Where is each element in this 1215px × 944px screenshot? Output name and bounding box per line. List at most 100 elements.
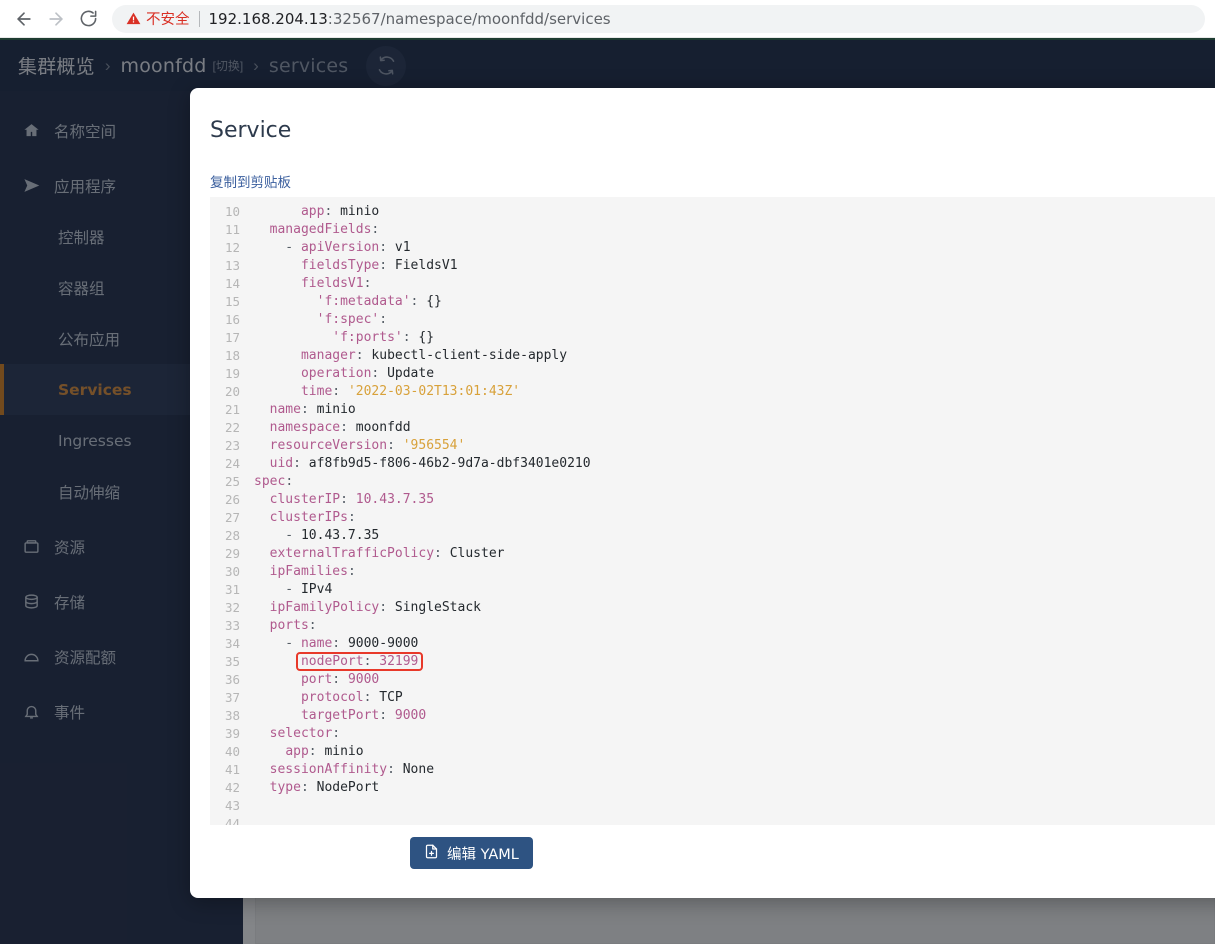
yaml-line: 18 manager: kubectl-client-side-apply: [210, 347, 1215, 365]
yaml-line: 27 clusterIPs:: [210, 509, 1215, 527]
yaml-line-content: ports:: [269, 618, 317, 633]
yaml-line-content: clusterIP: 10.43.7.35: [269, 492, 435, 507]
reload-icon[interactable]: [72, 3, 104, 35]
yaml-line-number: 13: [224, 258, 240, 273]
address-bar[interactable]: 不安全 192.168.204.13:32567/namespace/moonf…: [112, 4, 1205, 33]
yaml-line: 40 app: minio: [210, 743, 1215, 761]
service-detail-modal: Service 复制到剪贴板 10 app: minio 11 managedFi…: [190, 88, 1215, 898]
yaml-line-number: 17: [224, 330, 240, 345]
yaml-line-number: 24: [224, 456, 240, 471]
yaml-line-number: 38: [224, 708, 240, 723]
url-text: 192.168.204.13:32567/namespace/moonfdd/s…: [208, 9, 611, 28]
yaml-line-number: 35: [224, 654, 240, 669]
yaml-line-number: 33: [224, 618, 240, 633]
yaml-viewer[interactable]: 10 app: minio 11 managedFields: 12 - apiVe…: [210, 197, 1215, 825]
yaml-line-number: 20: [224, 384, 240, 399]
yaml-line-number: 19: [224, 366, 240, 381]
yaml-line-number: 14: [224, 276, 240, 291]
yaml-line-number: 26: [224, 492, 240, 507]
yaml-line-content: targetPort: 9000: [300, 708, 427, 723]
yaml-line: 37 protocol: TCP: [210, 689, 1215, 707]
yaml-line-number: 23: [224, 438, 240, 453]
page-root: 不安全 192.168.204.13:32567/namespace/moonf…: [0, 0, 1215, 944]
yaml-line-number: 41: [224, 762, 240, 777]
highlighted-nodeport: nodePort: 32199: [295, 652, 424, 671]
yaml-line: 29 externalTrafficPolicy: Cluster: [210, 545, 1215, 563]
yaml-line-number: 42: [224, 780, 240, 795]
yaml-line-content: ipFamilyPolicy: SingleStack: [269, 600, 481, 615]
yaml-line-number: 30: [224, 564, 240, 579]
yaml-line-number: 12: [224, 240, 240, 255]
yaml-line-content: - 10.43.7.35: [254, 528, 380, 543]
yaml-line: 39 selector:: [210, 725, 1215, 743]
yaml-line-content: fieldsV1:: [300, 276, 372, 291]
yaml-line-content: resourceVersion: '956554': [269, 438, 466, 453]
yaml-line: 17 'f:ports': {}: [210, 329, 1215, 347]
yaml-line-content: time: '2022-03-02T13:01:43Z': [300, 384, 521, 399]
yaml-line-number: 39: [224, 726, 240, 741]
yaml-line-content: namespace: moonfdd: [269, 420, 411, 435]
yaml-line: 28 - 10.43.7.35: [210, 527, 1215, 545]
yaml-line-content: type: NodePort: [269, 780, 380, 795]
yaml-line-content: spec:: [254, 474, 294, 489]
yaml-line-number: 27: [224, 510, 240, 525]
yaml-line: 25 spec:: [210, 473, 1215, 491]
yaml-line: 14 fieldsV1:: [210, 275, 1215, 293]
yaml-line: 31 - IPv4: [210, 581, 1215, 599]
yaml-line-content: - IPv4: [254, 582, 333, 597]
yaml-line: 16 'f:spec':: [210, 311, 1215, 329]
yaml-line-number: 15: [224, 294, 240, 309]
yaml-line: 22 namespace: moonfdd: [210, 419, 1215, 437]
yaml-line-content: 'f:metadata': {}: [316, 294, 442, 309]
yaml-line: 35 nodePort: 32199: [210, 652, 1215, 671]
yaml-line-content: clusterIPs:: [269, 510, 356, 525]
yaml-line-number: 25: [224, 474, 240, 489]
yaml-line-number: 36: [224, 672, 240, 687]
yaml-line-content: selector:: [269, 726, 341, 741]
yaml-line-number: 34: [224, 636, 240, 651]
back-icon[interactable]: [8, 3, 40, 35]
yaml-line-number: 16: [224, 312, 240, 327]
yaml-line: 33 ports:: [210, 617, 1215, 635]
yaml-line-content: 'f:spec':: [316, 312, 388, 327]
omnibox-divider: [198, 10, 200, 27]
yaml-line-content: ipFamilies:: [269, 564, 356, 579]
yaml-line-number: 11: [224, 222, 240, 237]
yaml-line-content: name: minio: [269, 402, 356, 417]
edit-yaml-button[interactable]: 编辑 YAML: [410, 837, 533, 869]
yaml-line-content: nodePort: 32199: [254, 652, 424, 671]
yaml-line: 24 uid: af8fb9d5-f806-46b2-9d7a-dbf3401e…: [210, 455, 1215, 473]
yaml-line-number: 31: [224, 582, 240, 597]
modal-footer: 编辑 YAML: [190, 806, 1215, 898]
yaml-line-content: - name: 9000-9000: [254, 636, 419, 651]
yaml-line-content: app: minio: [300, 204, 380, 219]
yaml-line-content: fieldsType: FieldsV1: [300, 258, 458, 273]
yaml-line-number: 40: [224, 744, 240, 759]
yaml-line-content: uid: af8fb9d5-f806-46b2-9d7a-dbf3401e021…: [269, 456, 591, 471]
yaml-line: 21 name: minio: [210, 401, 1215, 419]
yaml-line-number: 37: [224, 690, 240, 705]
yaml-line: 19 operation: Update: [210, 365, 1215, 383]
forward-icon[interactable]: [40, 3, 72, 35]
yaml-line-content: externalTrafficPolicy: Cluster: [269, 546, 505, 561]
yaml-line: 30 ipFamilies:: [210, 563, 1215, 581]
yaml-line: 15 'f:metadata': {}: [210, 293, 1215, 311]
page-title: Service: [210, 118, 292, 143]
yaml-line-number: 21: [224, 402, 240, 417]
yaml-line-content: manager: kubectl-client-side-apply: [300, 348, 568, 363]
yaml-line: 41 sessionAffinity: None: [210, 761, 1215, 779]
yaml-line: 36 port: 9000: [210, 671, 1215, 689]
file-add-icon: [424, 844, 439, 863]
yaml-line-content: operation: Update: [300, 366, 435, 381]
yaml-line-number: 18: [224, 348, 240, 363]
edit-yaml-button-label: 编辑 YAML: [447, 846, 519, 863]
yaml-line: 42 type: NodePort: [210, 779, 1215, 797]
yaml-line: 13 fieldsType: FieldsV1: [210, 257, 1215, 275]
yaml-line-content: protocol: TCP: [300, 690, 403, 705]
copy-to-clipboard-link[interactable]: 复制到剪贴板: [210, 171, 291, 191]
warning-triangle-icon: [126, 12, 141, 25]
yaml-line-content: sessionAffinity: None: [269, 762, 435, 777]
yaml-line: 32 ipFamilyPolicy: SingleStack: [210, 599, 1215, 617]
yaml-line-number: 32: [224, 600, 240, 615]
yaml-line-number: 10: [224, 204, 240, 219]
